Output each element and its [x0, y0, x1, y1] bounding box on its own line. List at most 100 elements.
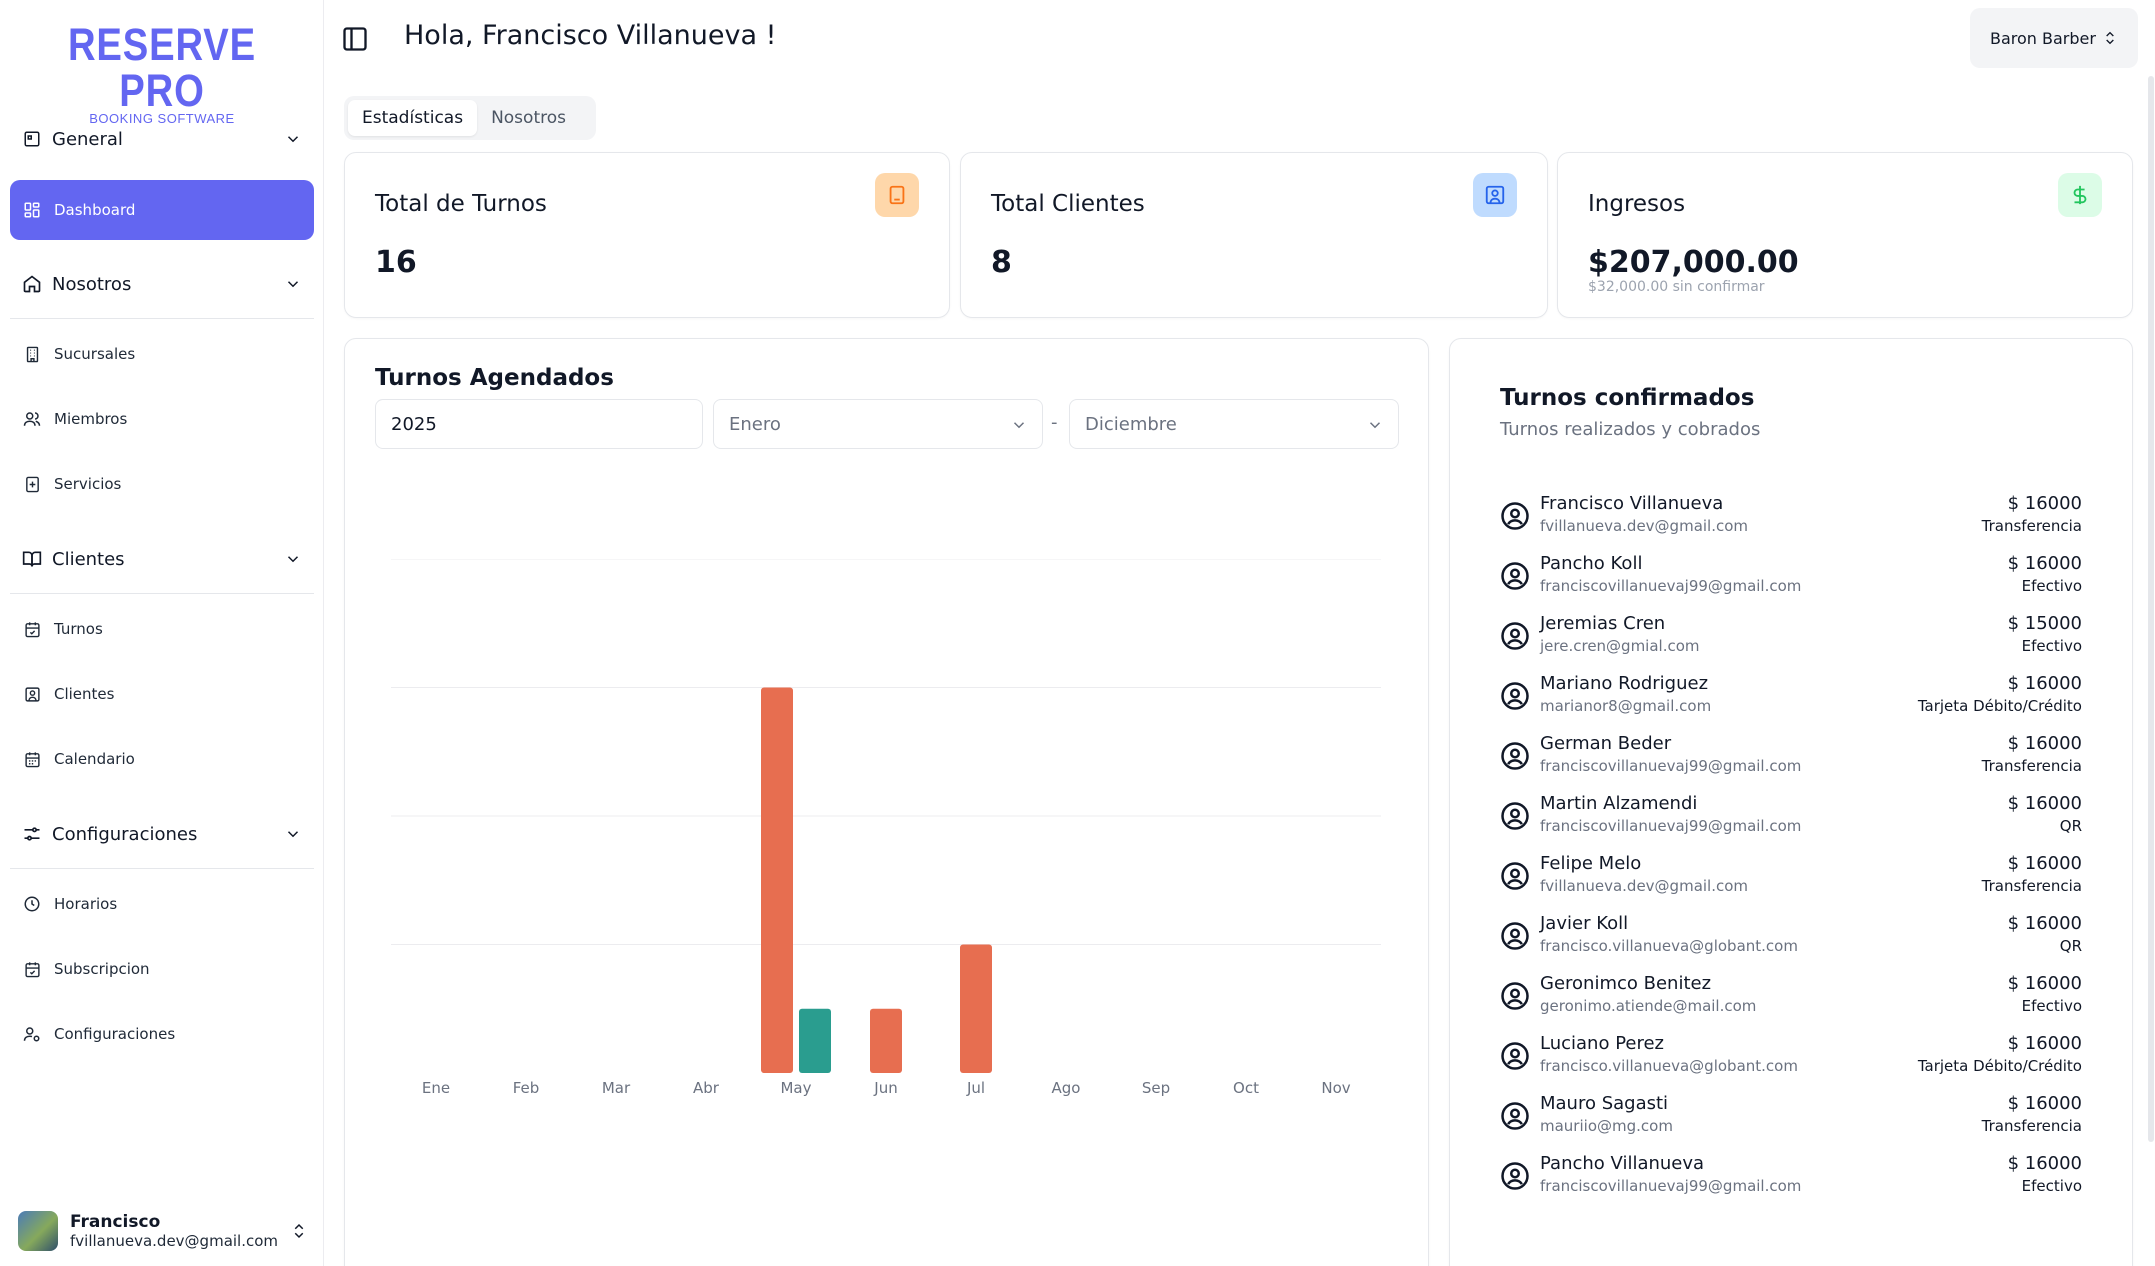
user-circle-icon: [1501, 502, 1529, 530]
stat-value: 16: [375, 245, 417, 280]
payment-amount: $ 16000: [2007, 553, 2082, 574]
chevrons-up-down-icon: [294, 1223, 304, 1239]
sidebar-group-configuraciones[interactable]: Configuraciones: [10, 808, 314, 860]
client-name: Javier Koll: [1540, 913, 1629, 934]
clock-icon: [22, 894, 42, 914]
panel-title: Turnos Agendados: [375, 365, 614, 391]
client-email: franciscovillanuevaj99@gmail.com: [1540, 757, 1802, 775]
sidebar-item-label: Configuraciones: [54, 1025, 176, 1043]
list-item[interactable]: Javier Koll francisco.villanueva@globant.…: [1500, 913, 2082, 963]
sidebar-item-label: Servicios: [54, 475, 122, 493]
turnos-agendados-panel: Turnos Agendados 2025 Enero - Diciembre …: [344, 338, 1429, 1266]
tablet-icon: [875, 173, 919, 217]
payment-amount: $ 16000: [2007, 1093, 2082, 1114]
user-circle-icon: [1501, 1042, 1529, 1070]
sidebar-item-configuraciones[interactable]: Configuraciones: [10, 1011, 314, 1057]
list-item[interactable]: Geronimco Benitez geronimo.atiende@mail.c…: [1500, 973, 2082, 1023]
year-input[interactable]: 2025: [375, 399, 703, 449]
payment-method: Efectivo: [2021, 1177, 2082, 1195]
client-name: Luciano Perez: [1540, 1033, 1665, 1054]
tab-estadisticas[interactable]: Estadísticas: [348, 100, 478, 136]
sidebar-item-calendario[interactable]: Calendario: [10, 736, 314, 782]
sidebar-item-turnos[interactable]: Turnos: [10, 606, 314, 652]
sidebar-item-label: Calendario: [54, 750, 135, 768]
store-selector[interactable]: Baron Barber: [1970, 8, 2138, 68]
calendar-icon: [22, 749, 42, 769]
x-tick-label: Jul: [966, 1079, 985, 1097]
list-item[interactable]: Pancho Villanueva franciscovillanuevaj99@…: [1500, 1153, 2082, 1203]
chevron-down-icon: [287, 136, 299, 143]
client-name: Mariano Rodriguez: [1540, 673, 1709, 694]
app-logo[interactable]: RESERVE PRO BOOKING SOFTWARE: [0, 22, 324, 127]
contact-icon: [1473, 173, 1517, 217]
sidebar-toggle-button[interactable]: [340, 24, 370, 54]
user-circle-icon: [1501, 622, 1529, 650]
calendar-check-icon: [22, 619, 42, 639]
user-cog-icon: [22, 1024, 42, 1044]
bar-may-series-1[interactable]: [799, 1008, 831, 1073]
tab-nosotros[interactable]: Nosotros: [477, 100, 580, 136]
sidebar-group-label: Clientes: [52, 548, 125, 570]
contact-icon: [22, 684, 42, 704]
sidebar-group-general[interactable]: General: [10, 113, 314, 165]
client-name: Jeremias Cren: [1540, 613, 1666, 634]
list-item[interactable]: German Beder franciscovillanuevaj99@gmail…: [1500, 733, 2082, 783]
sidebar-group-nosotros[interactable]: Nosotros: [10, 258, 314, 310]
sidebar-item-dashboard[interactable]: Dashboard: [10, 180, 314, 240]
turnos-confirmados-panel: Turnos confirmados Turnos realizados y c…: [1449, 338, 2133, 1266]
user-circle-icon: [1501, 562, 1529, 590]
book-plus-icon: [22, 474, 42, 494]
from-month-select[interactable]: Enero: [713, 399, 1043, 449]
stat-title: Total de Turnos: [375, 191, 547, 217]
panel-subtitle: Turnos realizados y cobrados: [1500, 419, 1761, 440]
sidebar-item-miembros[interactable]: Miembros: [10, 396, 314, 442]
list-item[interactable]: Jeremias Cren jere.cren@gmial.com $ 15000 E…: [1500, 613, 2082, 663]
bar-may-series-0[interactable]: [761, 687, 793, 1074]
chevrons-up-down-icon: [2106, 31, 2114, 45]
sidebar-group-clientes[interactable]: Clientes: [10, 533, 314, 585]
list-item[interactable]: Mauro Sagasti mauriio@mg.com $ 16000 Transf…: [1500, 1093, 2082, 1143]
user-circle-icon: [1501, 922, 1529, 950]
payment-amount: $ 16000: [2007, 733, 2082, 754]
list-item[interactable]: Martin Alzamendi franciscovillanuevaj99@g…: [1500, 793, 2082, 843]
sidebar-item-subscripcion[interactable]: Subscripcion: [10, 946, 314, 992]
divider: [10, 593, 314, 594]
x-tick-label: Jun: [873, 1079, 897, 1097]
sidebar-item-horarios[interactable]: Horarios: [10, 881, 314, 927]
chevron-down-icon: [287, 281, 299, 288]
divider: [10, 318, 314, 319]
bar-jun-series-0[interactable]: [870, 1008, 902, 1073]
to-month-select[interactable]: Diciembre: [1069, 399, 1399, 449]
users-icon: [22, 409, 42, 429]
building-icon: [22, 344, 42, 364]
dollar-icon: [2058, 173, 2102, 217]
avatar: [18, 1211, 58, 1251]
list-item[interactable]: Pancho Koll franciscovillanuevaj99@gmail.…: [1500, 553, 2082, 603]
x-tick-label: Feb: [513, 1079, 540, 1097]
home-icon: [22, 274, 42, 294]
client-email: fvillanueva.dev@gmail.com: [1540, 517, 1749, 535]
stat-title: Total Clientes: [991, 191, 1145, 217]
page-scrollbar[interactable]: [2148, 76, 2154, 1142]
stat-title: Ingresos: [1588, 191, 1686, 217]
range-separator: -: [1051, 412, 1058, 433]
x-tick-label: Sep: [1142, 1079, 1170, 1097]
dashboard-icon: [22, 200, 42, 220]
stat-subtext: $32,000.00 sin confirmar: [1588, 279, 1765, 295]
list-item[interactable]: Francisco Villanueva fvillanueva.dev@gmai…: [1500, 493, 2082, 543]
client-name: Pancho Villanueva: [1540, 1153, 1705, 1174]
list-item[interactable]: Felipe Melo fvillanueva.dev@gmail.com $ 16…: [1500, 853, 2082, 903]
divider: [10, 868, 314, 869]
bar-jul-series-0[interactable]: [960, 944, 992, 1074]
sidebar-item-servicios[interactable]: Servicios: [10, 461, 314, 507]
client-email: franciscovillanuevaj99@gmail.com: [1540, 1177, 1802, 1195]
panel-left-icon: [343, 27, 367, 51]
sidebar-item-sucursales[interactable]: Sucursales: [10, 331, 314, 377]
list-item[interactable]: Luciano Perez francisco.villanueva@globan…: [1500, 1033, 2082, 1083]
layout-icon: [22, 129, 42, 149]
sidebar-item-clientes[interactable]: Clientes: [10, 671, 314, 717]
sidebar-group-label: Nosotros: [52, 273, 132, 295]
user-menu[interactable]: Francisco fvillanueva.dev@gmail.com: [18, 1208, 308, 1254]
list-item[interactable]: Mariano Rodriguez marianor8@gmail.com $ 16…: [1500, 673, 2082, 723]
payment-method: Transferencia: [1981, 757, 2082, 775]
